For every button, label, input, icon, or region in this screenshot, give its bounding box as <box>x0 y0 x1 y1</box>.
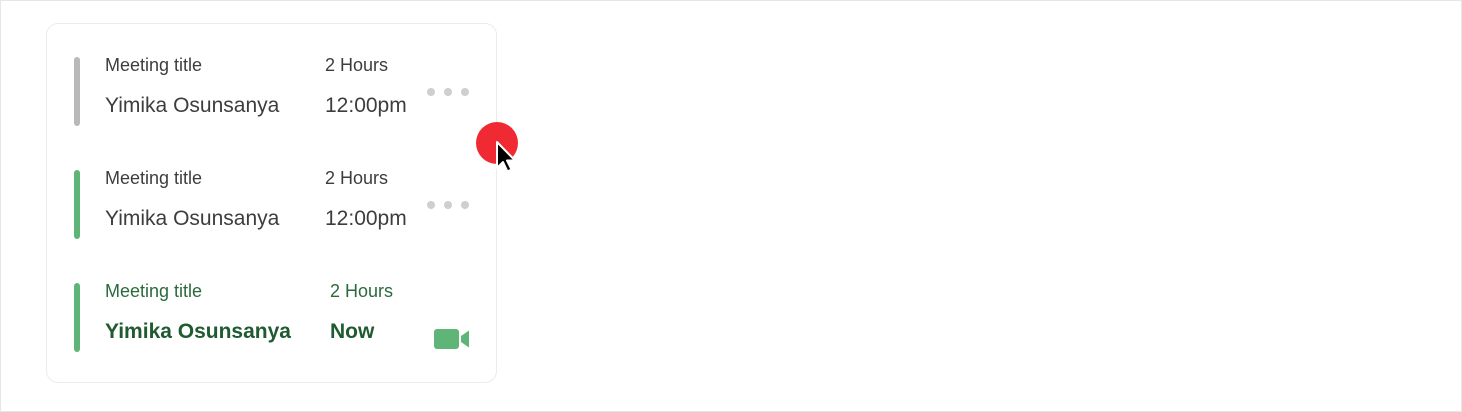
status-bar <box>74 57 80 126</box>
meeting-item-live[interactable]: Meeting title Yimika Osunsanya 2 Hours N… <box>47 281 496 361</box>
mouse-pointer-icon <box>496 141 516 173</box>
meeting-attendee: Yimika Osunsanya <box>105 94 280 117</box>
video-camera-icon[interactable] <box>434 329 470 349</box>
status-bar <box>74 170 80 239</box>
meeting-title: Meeting title <box>105 55 203 75</box>
meeting-title: Meeting title <box>105 281 203 301</box>
meeting-item[interactable]: Meeting title Yimika Osunsanya 2 Hours 1… <box>47 168 496 248</box>
meeting-attendee: Yimika Osunsanya <box>105 207 280 230</box>
more-horizontal-icon[interactable] <box>427 86 471 98</box>
meeting-time: 12:00pm <box>325 207 407 230</box>
screen: Meeting title Yimika Osunsanya 2 Hours 1… <box>0 0 1462 412</box>
meeting-title: Meeting title <box>105 168 203 188</box>
status-bar <box>74 283 80 352</box>
meeting-duration: 2 Hours <box>325 168 389 188</box>
meeting-time: 12:00pm <box>325 94 407 117</box>
meetings-card: Meeting title Yimika Osunsanya 2 Hours 1… <box>46 23 497 383</box>
meeting-duration: 2 Hours <box>330 281 394 301</box>
meeting-item[interactable]: Meeting title Yimika Osunsanya 2 Hours 1… <box>47 55 496 135</box>
meeting-time: Now <box>330 320 375 343</box>
meeting-duration: 2 Hours <box>325 55 389 75</box>
more-horizontal-icon[interactable] <box>427 199 471 211</box>
meeting-attendee: Yimika Osunsanya <box>105 320 291 343</box>
